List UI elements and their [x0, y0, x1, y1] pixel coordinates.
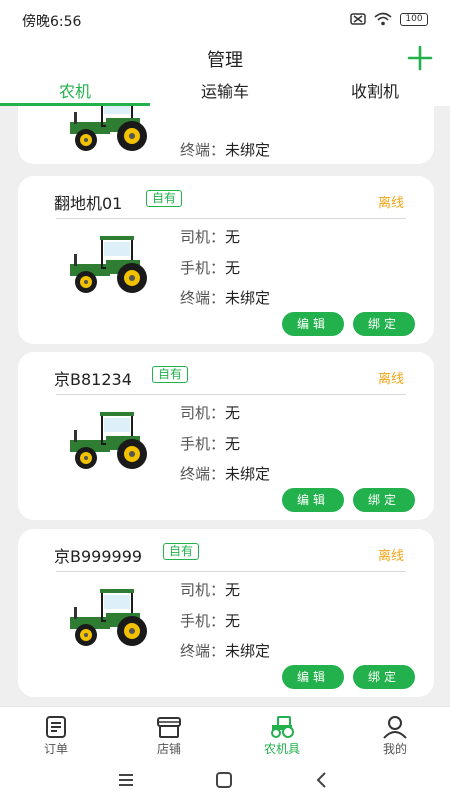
plus-icon[interactable] — [406, 44, 434, 72]
tab-harvester[interactable]: 收割机 — [300, 78, 450, 106]
terminal-label: 终端： — [180, 289, 226, 307]
terminal-value: 未绑定 — [225, 141, 271, 159]
nav-label: 店铺 — [156, 742, 181, 756]
tab-label: 农机 — [58, 82, 91, 101]
nav-farm-tools[interactable]: 农机具 — [242, 707, 322, 761]
phone-row: 手机：无 — [180, 257, 240, 278]
status-icons: 100 — [350, 12, 428, 26]
tab-bar: 农机 运输车 收割机 — [0, 78, 450, 106]
phone-label: 手机： — [180, 612, 226, 630]
driver-value: 无 — [225, 581, 241, 599]
terminal-label: 终端： — [180, 141, 226, 159]
status-bar: 傍晚6:56 100 — [0, 0, 450, 40]
notification-muted-icon — [350, 13, 366, 25]
machine-card[interactable]: 终端：未绑定 编辑 绑定 — [18, 106, 434, 164]
home-icon[interactable] — [212, 768, 236, 792]
order-icon — [46, 716, 66, 738]
bind-button[interactable]: 绑定 — [353, 665, 415, 689]
app-header: 管理 — [0, 40, 450, 78]
phone-label: 手机： — [180, 259, 226, 277]
nav-store[interactable]: 店铺 — [129, 707, 209, 761]
driver-label: 司机： — [180, 581, 226, 599]
edit-button[interactable]: 编辑 — [282, 665, 344, 689]
battery-level: 100 — [405, 13, 423, 24]
ownership-badge: 自有 — [163, 543, 200, 560]
battery-icon: 100 — [400, 12, 428, 26]
status-badge: 离线 — [377, 549, 404, 564]
status-time: 傍晚6:56 — [22, 14, 82, 30]
terminal-value: 未绑定 — [225, 465, 271, 483]
bind-button[interactable]: 绑定 — [353, 312, 415, 336]
driver-value: 无 — [225, 228, 241, 246]
driver-label: 司机： — [180, 228, 226, 246]
terminal-label: 终端： — [180, 465, 226, 483]
nav-orders[interactable]: 订单 — [16, 707, 96, 761]
edit-button[interactable]: 编辑 — [282, 488, 344, 512]
driver-value: 无 — [225, 404, 241, 422]
driver-row: 司机：无 — [180, 226, 240, 247]
wifi-icon — [374, 12, 392, 26]
terminal-label: 终端： — [180, 642, 226, 660]
tractor-image — [62, 106, 154, 154]
terminal-row: 终端：未绑定 — [180, 287, 270, 308]
machine-list[interactable]: 终端：未绑定 编辑 绑定 翻地机01 自有 离线 司机：无 手机：无 终端：未绑… — [0, 106, 450, 706]
machine-card[interactable]: 京B999999 自有 离线 司机：无 手机：无 终端：未绑定 编辑 绑定 — [18, 529, 434, 697]
tab-farm-machinery[interactable]: 农机 — [0, 78, 150, 106]
phone-label: 手机： — [180, 435, 226, 453]
phone-value: 无 — [225, 612, 241, 630]
bottom-nav: 订单 店铺 农机具 我的 — [0, 706, 450, 760]
driver-label: 司机： — [180, 404, 226, 422]
ownership-badge: 自有 — [152, 366, 189, 383]
divider — [56, 218, 406, 219]
back-icon[interactable] — [310, 768, 334, 792]
machine-name: 京B999999 — [54, 547, 143, 566]
tractor-image — [62, 406, 154, 472]
machine-name: 京B81234 — [54, 370, 132, 389]
nav-label: 农机具 — [263, 742, 300, 756]
ownership-badge: 自有 — [146, 190, 183, 207]
divider — [56, 571, 406, 572]
machine-card[interactable]: 翻地机01 自有 离线 司机：无 手机：无 终端：未绑定 编辑 绑定 — [18, 176, 434, 344]
store-icon — [157, 717, 181, 738]
user-icon — [383, 716, 407, 739]
tractor-icon — [271, 716, 294, 738]
tractor-image — [62, 583, 154, 649]
menu-icon[interactable] — [114, 768, 138, 792]
terminal-row: 终端：未绑定 — [180, 139, 270, 160]
terminal-value: 未绑定 — [225, 289, 271, 307]
system-nav-bar — [0, 760, 450, 800]
divider — [56, 394, 406, 395]
terminal-value: 未绑定 — [225, 642, 271, 660]
driver-row: 司机：无 — [180, 402, 240, 423]
machine-card[interactable]: 京B81234 自有 离线 司机：无 手机：无 终端：未绑定 编辑 绑定 — [18, 352, 434, 520]
status-badge: 离线 — [377, 196, 404, 211]
phone-value: 无 — [225, 259, 241, 277]
phone-row: 手机：无 — [180, 433, 240, 454]
tractor-image — [62, 230, 154, 296]
status-badge: 离线 — [377, 372, 404, 387]
tab-transport-vehicle[interactable]: 运输车 — [150, 78, 300, 106]
nav-label: 我的 — [382, 742, 407, 756]
terminal-row: 终端：未绑定 — [180, 640, 270, 661]
edit-button[interactable]: 编辑 — [282, 312, 344, 336]
nav-label: 订单 — [43, 742, 68, 756]
driver-row: 司机：无 — [180, 579, 240, 600]
phone-value: 无 — [225, 435, 241, 453]
page-title: 管理 — [207, 50, 243, 71]
phone-row: 手机：无 — [180, 610, 240, 631]
tab-label: 收割机 — [350, 82, 399, 101]
terminal-row: 终端：未绑定 — [180, 463, 270, 484]
bind-button[interactable]: 绑定 — [353, 488, 415, 512]
tab-label: 运输车 — [200, 82, 249, 101]
nav-profile[interactable]: 我的 — [355, 707, 435, 761]
machine-name: 翻地机01 — [54, 194, 123, 213]
